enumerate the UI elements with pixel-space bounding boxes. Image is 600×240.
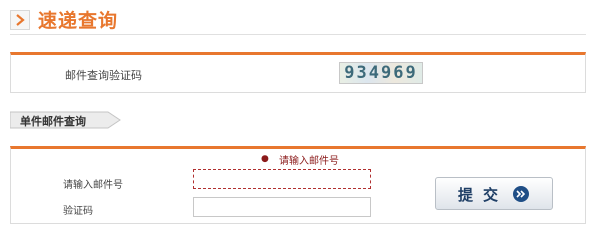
captcha-label: 邮件查询验证码 bbox=[65, 69, 142, 82]
header-divider bbox=[10, 34, 586, 35]
error-bullet: ● bbox=[261, 154, 269, 164]
submit-button[interactable]: 提交 bbox=[435, 177, 553, 210]
captcha-panel: 邮件查询验证码 934969 bbox=[10, 52, 586, 93]
tab-single-mail-query[interactable]: 单件邮件查询 bbox=[10, 110, 122, 130]
error-message: 请输入邮件号 bbox=[279, 156, 339, 167]
mail-number-input[interactable] bbox=[193, 169, 371, 189]
tab-label: 单件邮件查询 bbox=[20, 115, 86, 128]
submit-label: 提交 bbox=[458, 186, 509, 204]
captcha-image[interactable]: 934969 bbox=[339, 62, 423, 84]
mail-number-label: 请输入邮件号 bbox=[63, 180, 123, 191]
query-form: ● 请输入邮件号 请输入邮件号 验证码 提交 bbox=[10, 146, 586, 224]
double-chevron-right-icon bbox=[513, 186, 529, 202]
chevron-right-icon bbox=[10, 10, 30, 30]
captcha-code-label: 验证码 bbox=[63, 206, 93, 217]
page-title: 速递查询 bbox=[38, 10, 119, 32]
captcha-code-input[interactable] bbox=[193, 197, 371, 217]
